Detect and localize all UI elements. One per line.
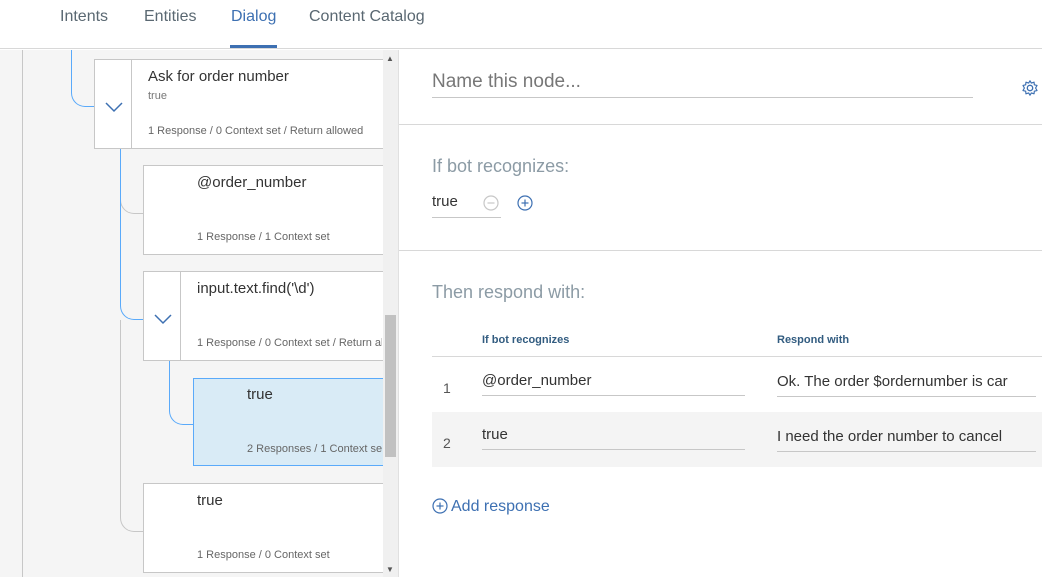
node-title: Ask for order number	[148, 68, 289, 85]
connector-line	[120, 148, 143, 320]
node-meta: 1 Response / 0 Context set	[197, 549, 330, 561]
tab-content-catalog[interactable]: Content Catalog	[309, 8, 425, 26]
tree-node[interactable]: true 1 Response / 0 Context set	[143, 483, 394, 573]
response-section-label: Then respond with:	[432, 282, 586, 302]
connector-line	[120, 320, 143, 532]
tab-entities[interactable]: Entities	[144, 8, 196, 26]
condition-section-label: If bot recognizes:	[432, 156, 570, 176]
add-condition-icon[interactable]	[517, 195, 533, 211]
add-response-label: Add response	[451, 498, 550, 515]
response-condition-input[interactable]: @order_number	[482, 372, 745, 396]
chevron-down-icon[interactable]	[103, 100, 125, 114]
section-divider	[399, 124, 1042, 125]
tree-scrollbar-thumb[interactable]	[385, 315, 396, 457]
add-response-button[interactable]: Add response	[432, 498, 550, 516]
tree-node[interactable]: @order_number 1 Response / 1 Context set	[143, 165, 394, 255]
scroll-down-arrow-icon[interactable]: ▼	[386, 565, 394, 574]
node-meta: 1 Response / 0 Context set / Return allo…	[148, 125, 364, 137]
node-divider	[180, 272, 181, 360]
connector-line	[169, 360, 193, 425]
tree-scrollbar[interactable]	[383, 50, 398, 577]
row-number: 1	[443, 380, 451, 396]
node-name-input[interactable]: Name this node...	[432, 71, 973, 98]
remove-condition-icon[interactable]	[483, 195, 499, 211]
node-meta: 2 Responses / 1 Context set	[247, 443, 382, 455]
connector-line	[71, 50, 94, 107]
gear-icon[interactable]	[1021, 79, 1039, 97]
col-header-response: Respond with	[777, 334, 850, 346]
tree-node[interactable]: input.text.find('\d') 1 Response / 0 Con…	[143, 271, 394, 361]
node-title: @order_number	[197, 174, 307, 191]
top-nav: Intents Entities Dialog Content Catalog	[0, 0, 1042, 49]
row-number: 2	[443, 435, 451, 451]
scroll-up-arrow-icon[interactable]: ▲	[386, 54, 394, 63]
node-editor: Name this node... If bot recognizes: tru…	[398, 50, 1042, 577]
node-condition: true	[148, 90, 167, 102]
condition-value: true	[432, 193, 458, 210]
node-title: true	[247, 386, 273, 403]
node-divider	[131, 60, 132, 148]
response-text-input[interactable]: Ok. The order $ordernumber is car	[777, 373, 1036, 397]
node-meta: 1 Response / 1 Context set	[197, 231, 330, 243]
add-circle-icon	[432, 498, 448, 514]
chevron-down-icon[interactable]	[152, 312, 174, 326]
response-condition-input[interactable]: true	[482, 426, 745, 450]
response-row: 2 true I need the order number to cancel	[432, 412, 1042, 467]
tab-dialog[interactable]: Dialog	[231, 8, 276, 26]
col-header-condition: If bot recognizes	[482, 334, 570, 346]
tab-intents[interactable]: Intents	[60, 8, 108, 26]
active-tab-indicator	[230, 45, 277, 48]
section-divider	[399, 250, 1042, 251]
response-text-input[interactable]: I need the order number to cancel	[777, 428, 1036, 452]
response-row: 1 @order_number Ok. The order $ordernumb…	[432, 357, 1042, 412]
node-meta: 1 Response / 0 Context set / Return allo…	[197, 337, 382, 349]
tree-node-selected[interactable]: true 2 Responses / 1 Context set	[193, 378, 394, 466]
tree-node[interactable]: Ask for order number true 1 Response / 0…	[94, 59, 394, 149]
node-title: true	[197, 492, 223, 509]
tree-guide-line	[22, 50, 23, 577]
node-title: input.text.find('\d')	[197, 280, 315, 297]
dialog-tree: Ask for order number true 1 Response / 0…	[0, 50, 398, 577]
